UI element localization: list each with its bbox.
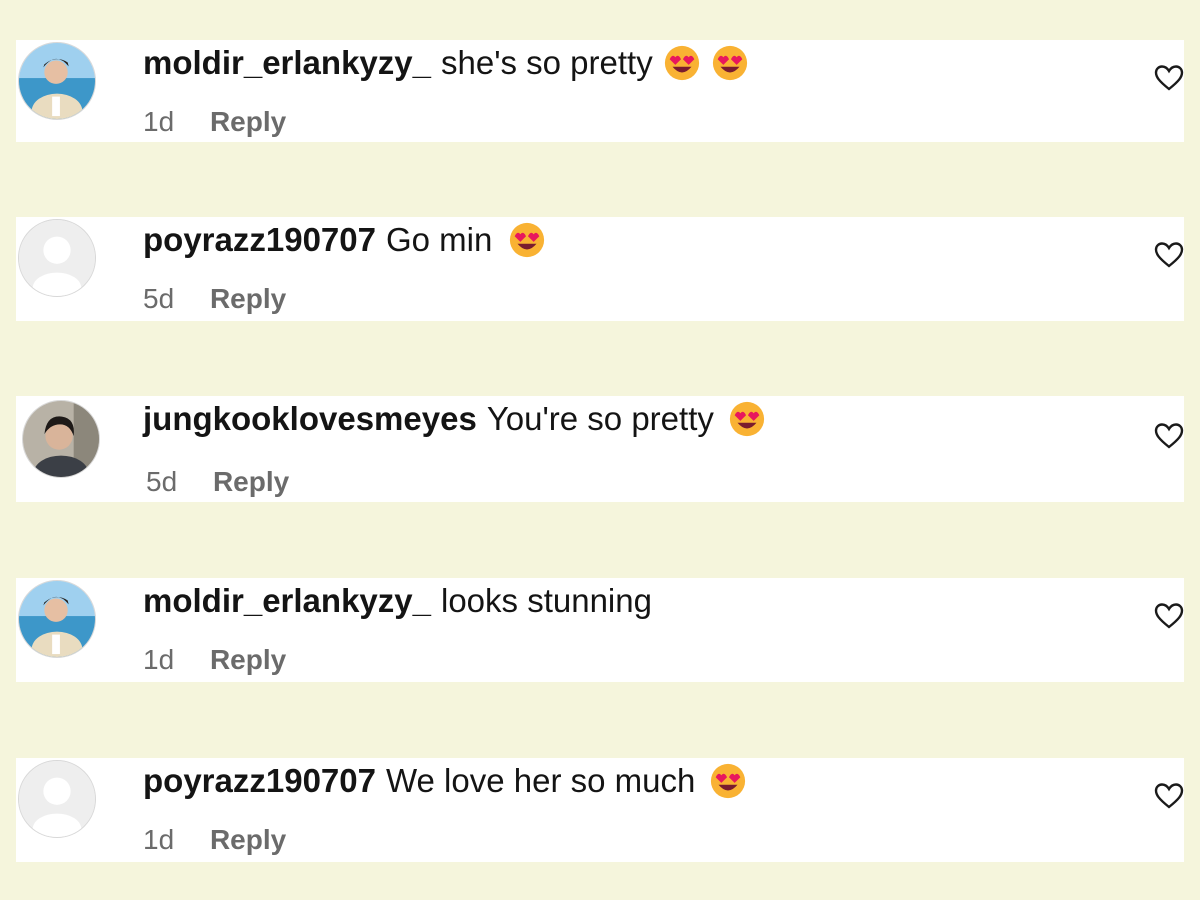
heart-eyes-emoji-icon (709, 762, 747, 800)
heart-eyes-emoji-icon (663, 44, 701, 82)
timestamp: 5d (143, 283, 175, 314)
comment-line: jungkooklovesmeyes You're so pretty (143, 400, 766, 438)
avatar-photo-portrait-icon (23, 401, 99, 477)
avatar-photo-sea-icon (19, 581, 95, 657)
timestamp: 1d (143, 824, 175, 855)
comment-line: poyrazz190707 We love her so much (143, 762, 747, 800)
comment-line: moldir_erlankyzy_ she's so pretty (143, 44, 749, 82)
default-profile-icon (19, 220, 95, 296)
avatar[interactable] (22, 400, 100, 478)
avatar[interactable] (18, 219, 96, 297)
reply-button[interactable]: Reply (213, 466, 289, 497)
username-link[interactable]: poyrazz190707 (143, 221, 376, 259)
comment-card: moldir_erlankyzy_ looks stunning 1d Repl… (16, 578, 1184, 682)
heart-eyes-emoji-icon (728, 400, 766, 438)
timestamp: 1d (143, 106, 175, 137)
avatar[interactable] (18, 42, 96, 120)
comment-meta: 5d Reply (146, 466, 289, 498)
reply-button[interactable]: Reply (210, 106, 286, 137)
timestamp: 5d (146, 466, 178, 497)
heart-outline-icon[interactable] (1154, 422, 1184, 450)
timestamp: 1d (143, 644, 175, 675)
comment-card: poyrazz190707 Go min 5d Reply (16, 217, 1184, 321)
comment-meta: 5d Reply (143, 283, 286, 315)
avatar[interactable] (18, 580, 96, 658)
comment-card: jungkooklovesmeyes You're so pretty 5d R… (16, 396, 1184, 502)
avatar[interactable] (18, 760, 96, 838)
comment-text: she's so pretty (440, 44, 653, 81)
comment-text: looks stunning (440, 582, 652, 619)
default-profile-icon (19, 761, 95, 837)
heart-eyes-emoji-icon (711, 44, 749, 82)
heart-outline-icon[interactable] (1154, 64, 1184, 92)
comment-meta: 1d Reply (143, 644, 286, 676)
comment-meta: 1d Reply (143, 824, 286, 856)
username-link[interactable]: moldir_erlankyzy_ (143, 582, 431, 620)
username-link[interactable]: moldir_erlankyzy_ (143, 44, 431, 82)
comment-line: poyrazz190707 Go min (143, 221, 546, 259)
comment-text: You're so pretty (486, 400, 714, 437)
comment-line: moldir_erlankyzy_ looks stunning (143, 582, 652, 620)
comment-meta: 1d Reply (143, 106, 286, 138)
heart-outline-icon[interactable] (1154, 241, 1184, 269)
reply-button[interactable]: Reply (210, 283, 286, 314)
comment-text: We love her so much (385, 762, 696, 799)
heart-outline-icon[interactable] (1154, 782, 1184, 810)
reply-button[interactable]: Reply (210, 644, 286, 675)
username-link[interactable]: jungkooklovesmeyes (143, 400, 477, 438)
comment-card: moldir_erlankyzy_ she's so pretty 1d Rep… (16, 40, 1184, 142)
comment-text: Go min (385, 221, 493, 258)
avatar-photo-sea-icon (19, 43, 95, 119)
heart-eyes-emoji-icon (508, 221, 546, 259)
comment-card: poyrazz190707 We love her so much 1d Rep… (16, 758, 1184, 862)
heart-outline-icon[interactable] (1154, 602, 1184, 630)
reply-button[interactable]: Reply (210, 824, 286, 855)
username-link[interactable]: poyrazz190707 (143, 762, 376, 800)
